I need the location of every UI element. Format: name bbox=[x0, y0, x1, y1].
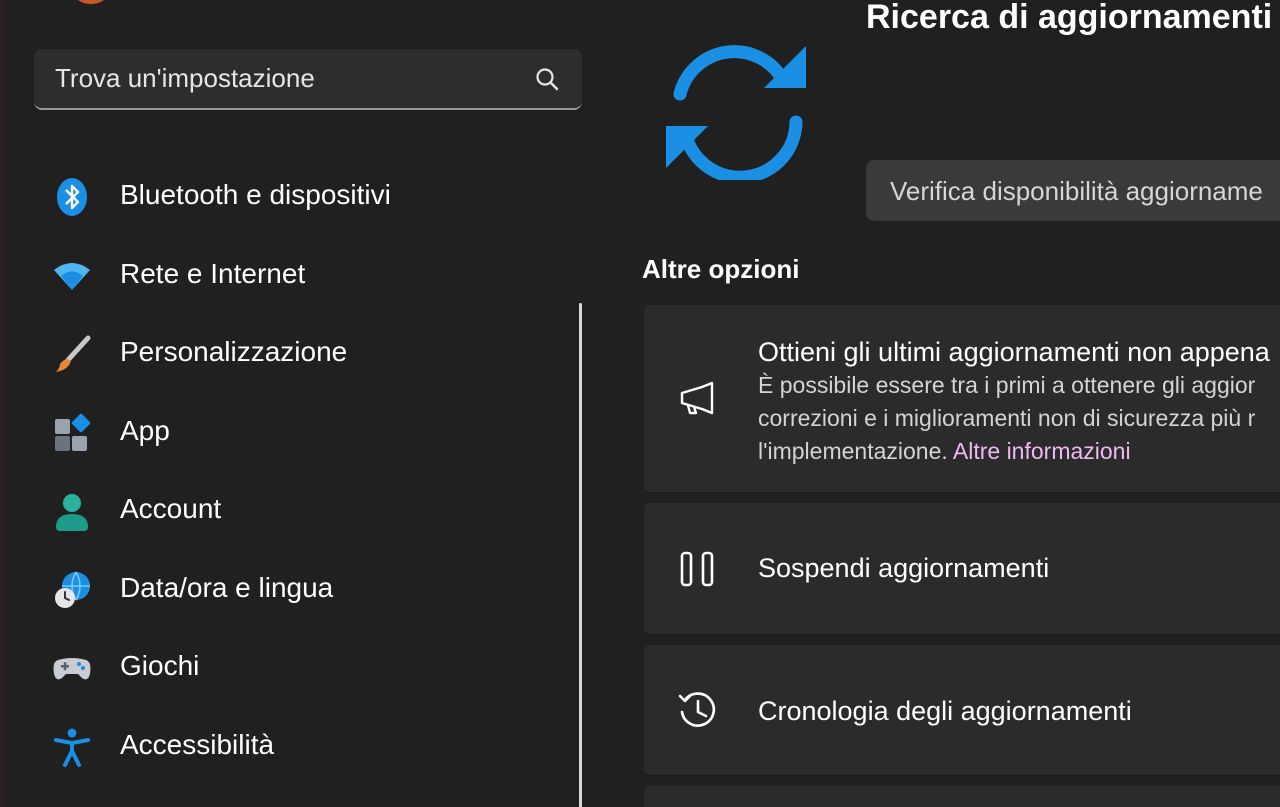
accessibility-icon bbox=[54, 728, 90, 767]
description-text: l'implementazione. bbox=[758, 438, 948, 464]
bluetooth-icon bbox=[57, 178, 87, 216]
gamepad-icon bbox=[53, 658, 91, 680]
learn-more-link[interactable]: Altre informazioni bbox=[953, 438, 1131, 464]
card-title: Cronologia degli aggiornamenti bbox=[758, 696, 1132, 726]
description-line: È possibile essere tra i primi a ottener… bbox=[758, 372, 1256, 398]
avatar[interactable] bbox=[70, 0, 112, 4]
sidebar-item-personalization[interactable]: Personalizzazione bbox=[40, 322, 570, 384]
sidebar-item-network[interactable]: Rete e Internet bbox=[40, 244, 570, 306]
wifi-icon bbox=[54, 263, 90, 290]
account-icon bbox=[56, 494, 88, 531]
sidebar-item-apps[interactable]: App bbox=[40, 401, 570, 463]
card-description: È possibile essere tra i primi a ottener… bbox=[758, 369, 1280, 468]
time-language-icon bbox=[55, 571, 90, 608]
pause-updates-card[interactable]: Sospendi aggiornamenti bbox=[644, 503, 1280, 635]
paintbrush-icon bbox=[56, 335, 91, 372]
sidebar-item-label: Personalizzazione bbox=[120, 336, 348, 367]
sidebar-item-label: Data/ora e lingua bbox=[120, 572, 334, 603]
apps-icon bbox=[55, 413, 91, 451]
sidebar-item-label: App bbox=[120, 415, 170, 446]
sidebar-item-label: Account bbox=[120, 493, 222, 524]
insider-updates-card[interactable]: Ottieni gli ultimi aggiornamenti non app… bbox=[644, 305, 1280, 493]
search-box[interactable]: Trova un'impostazione bbox=[34, 49, 582, 110]
check-for-updates-button[interactable]: Verifica disponibilità aggiorname bbox=[866, 160, 1280, 221]
window-edge bbox=[0, 0, 4, 807]
sidebar-item-accounts[interactable]: Account bbox=[40, 479, 570, 541]
sidebar-item-bluetooth[interactable]: Bluetooth e dispositivi bbox=[40, 165, 570, 227]
sidebar-item-gaming[interactable]: Giochi bbox=[40, 636, 570, 698]
sidebar-scrollbar[interactable] bbox=[579, 303, 582, 807]
sidebar-item-label: Bluetooth e dispositivi bbox=[120, 179, 391, 210]
search-icon[interactable] bbox=[534, 66, 560, 92]
sidebar-item-time-language[interactable]: Data/ora e lingua bbox=[40, 558, 570, 620]
sidebar-item-label: Giochi bbox=[120, 650, 200, 681]
update-history-card[interactable]: Cronologia degli aggiornamenti bbox=[644, 645, 1280, 776]
pause-icon bbox=[680, 551, 714, 587]
page-title: Ricerca di aggiornamenti i bbox=[866, 0, 1280, 36]
check-for-updates-label: Verifica disponibilità aggiorname bbox=[890, 176, 1263, 206]
card-title: Sospendi aggiornamenti bbox=[758, 553, 1050, 583]
settings-window: Trova un'impostazione Bluetooth e dispos… bbox=[0, 0, 1280, 807]
megaphone-icon bbox=[680, 381, 714, 415]
history-icon bbox=[678, 692, 716, 727]
sidebar-item-label: Rete e Internet bbox=[120, 258, 306, 289]
description-line: correzioni e i miglioramenti non di sicu… bbox=[758, 405, 1256, 431]
search-input[interactable]: Trova un'impostazione bbox=[55, 63, 315, 94]
advanced-options-card[interactable] bbox=[644, 786, 1280, 807]
description-line: l'implementazione. Altre informazioni bbox=[758, 435, 1280, 468]
sidebar-item-accessibility[interactable]: Accessibilità bbox=[40, 715, 570, 777]
section-title: Altre opzioni bbox=[642, 254, 800, 284]
sync-icon bbox=[666, 45, 806, 180]
card-title: Ottieni gli ultimi aggiornamenti non app… bbox=[758, 337, 1270, 367]
sidebar-item-label: Accessibilità bbox=[120, 729, 275, 760]
